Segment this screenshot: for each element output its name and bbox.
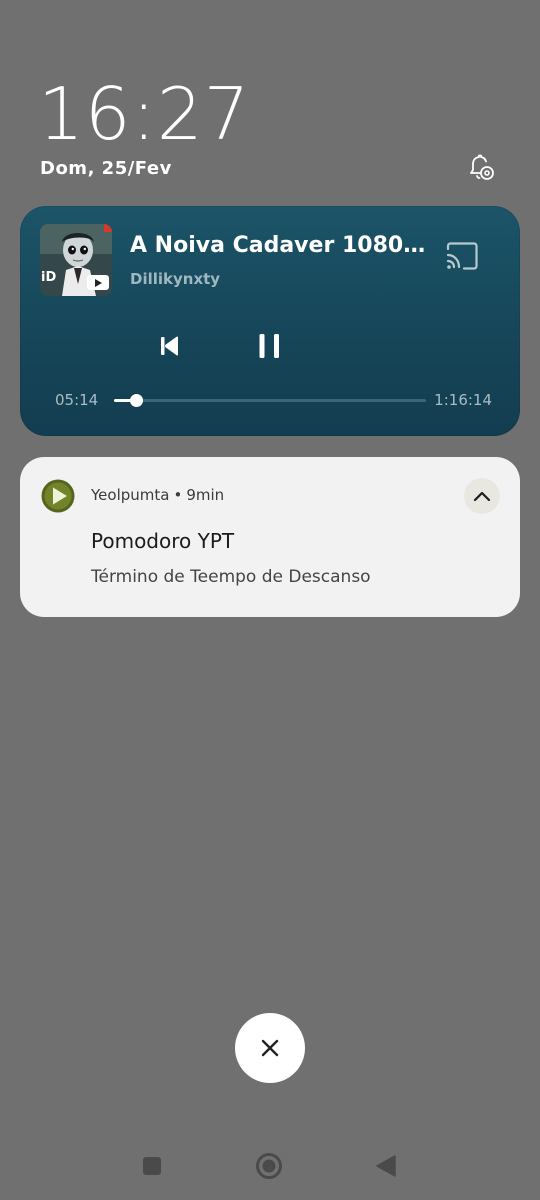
clock-time: 16:27 [38, 72, 251, 156]
skip-previous-icon [161, 336, 178, 356]
cast-button[interactable] [440, 236, 484, 276]
collapse-notification-button[interactable] [464, 478, 500, 514]
clear-all-notifications-button[interactable] [235, 1013, 305, 1083]
notification-text: Término de Teempo de Descanso [91, 567, 371, 587]
media-artist: Dillikynxty [130, 270, 221, 288]
pause-icon [259, 334, 279, 358]
media-duration: 1:16:14 [434, 391, 492, 409]
youtube-icon [87, 275, 109, 290]
lockscreen: 16:27 Dom, 25/Fev iD A Noiva Cadaver 108… [0, 0, 540, 1200]
notification-header: Yeolpumta • 9min [91, 486, 224, 504]
media-elapsed-time: 05:14 [55, 391, 99, 409]
album-art: iD [40, 224, 112, 296]
media-title: A Noiva Cadaver 1080p r... [130, 233, 430, 258]
media-player-card[interactable]: iD A Noiva Cadaver 1080p r... Dillikynxt… [20, 206, 520, 436]
play-circle-icon [41, 479, 75, 513]
home-button[interactable] [255, 1152, 283, 1180]
home-icon [256, 1153, 282, 1179]
media-seekbar-thumb[interactable] [129, 394, 143, 407]
notification-settings-icon [470, 154, 494, 180]
album-art-badge: iD [41, 270, 57, 285]
skip-previous-button[interactable] [150, 326, 190, 366]
recents-icon [143, 1157, 161, 1175]
cast-icon [446, 242, 478, 270]
clock-date: Dom, 25/Fev [40, 158, 172, 179]
notification-settings-button[interactable] [462, 150, 498, 186]
notification-card[interactable]: Yeolpumta • 9min Pomodoro YPT Término de T… [20, 457, 520, 617]
notification-app-name: Yeolpumta [91, 486, 170, 504]
back-button[interactable] [374, 1154, 398, 1178]
notification-time: 9min [186, 486, 225, 504]
close-icon [261, 1039, 279, 1057]
notification-separator: • [173, 486, 183, 504]
back-icon [376, 1155, 396, 1177]
pause-button[interactable] [248, 324, 292, 368]
media-seekbar[interactable] [114, 394, 426, 407]
recents-button[interactable] [142, 1156, 162, 1176]
chevron-up-icon [473, 491, 491, 502]
notification-title: Pomodoro YPT [91, 529, 235, 553]
